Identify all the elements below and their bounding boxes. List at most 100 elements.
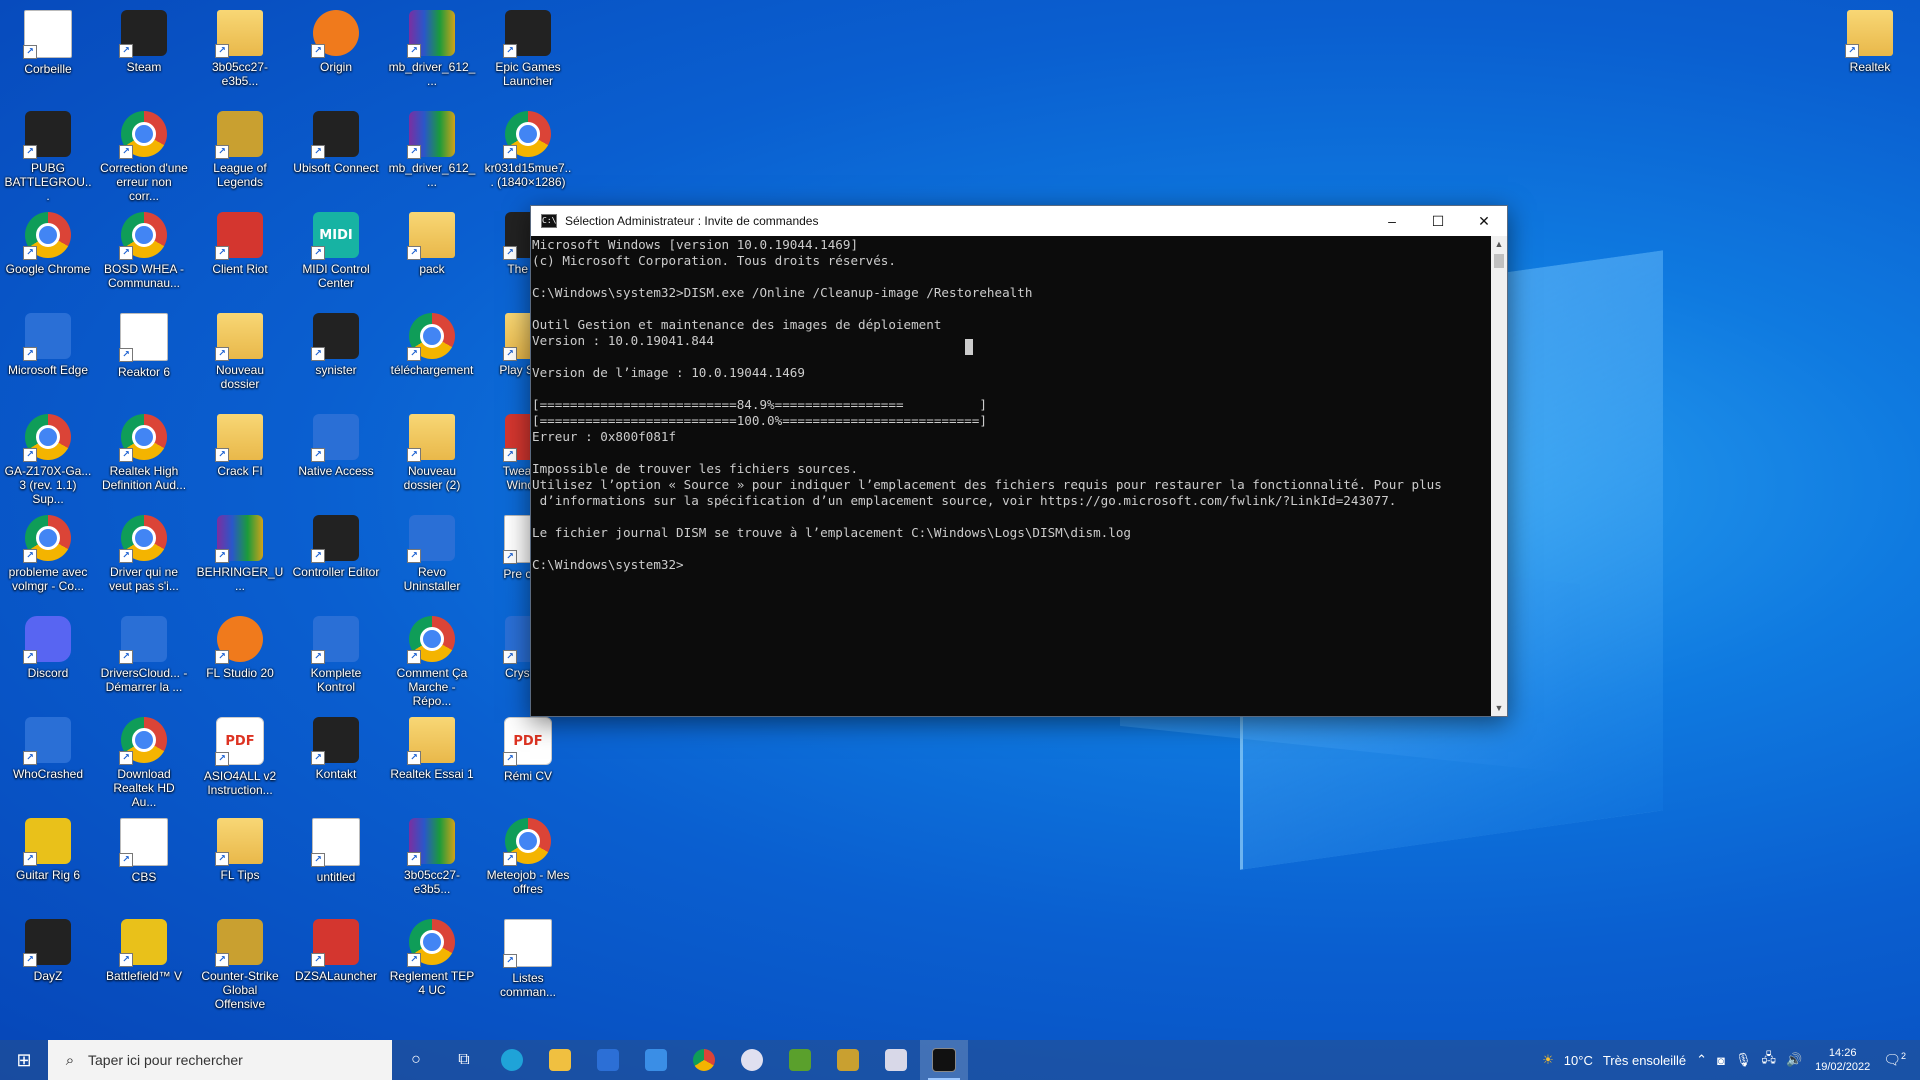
desktop-icon[interactable]: ↗ Counter-Strike Global Offensive: [194, 913, 286, 1011]
desktop-icon[interactable]: ↗ Google Chrome: [2, 206, 94, 302]
desktop-icon[interactable]: ↗ CBS: [98, 812, 190, 908]
desktop-icon[interactable]: ↗ Guitar Rig 6: [2, 812, 94, 908]
desktop-icon[interactable]: ↗ Origin: [290, 4, 382, 100]
desktop-icon[interactable]: ↗ Steam: [98, 4, 190, 100]
search-box[interactable]: ⌕ Taper ici pour rechercher: [48, 1040, 392, 1080]
window-title-bar[interactable]: C:\ Sélection Administrateur : Invite de…: [531, 206, 1507, 236]
console-output[interactable]: Microsoft Windows [version 10.0.19044.14…: [531, 236, 1491, 716]
desktop-icon[interactable]: ↗ téléchargement: [386, 307, 478, 403]
shortcut-arrow-icon: ↗: [215, 650, 229, 664]
desktop-icon[interactable]: ↗ Listes comman...: [482, 913, 574, 1009]
desktop-icon[interactable]: ↗ Controller Editor: [290, 509, 382, 605]
microphone-icon[interactable]: 🎙: [1735, 1052, 1752, 1068]
scrollbar-thumb[interactable]: [1494, 254, 1504, 268]
desktop-icon[interactable]: ↗ Nouveau dossier (2): [386, 408, 478, 504]
close-button[interactable]: ✕: [1461, 206, 1507, 236]
desktop-icon[interactable]: ↗ BOSD WHEA - Communau...: [98, 206, 190, 302]
scroll-up-arrow-icon[interactable]: ▲: [1491, 236, 1507, 252]
taskbar-realtek[interactable]: [872, 1040, 920, 1080]
desktop-icon[interactable]: ↗ Ubisoft Connect: [290, 105, 382, 201]
taskbar-league[interactable]: [824, 1040, 872, 1080]
shortcut-arrow-icon: ↗: [23, 145, 37, 159]
taskbar-app-green[interactable]: [776, 1040, 824, 1080]
clock[interactable]: 14:26 19/02/2022: [1815, 1046, 1870, 1074]
task-view-button[interactable]: ⧉: [440, 1040, 488, 1080]
desktop-icon-label: ASIO4ALL v2 Instruction...: [203, 769, 277, 797]
desktop-icon[interactable]: ↗ FL Studio 20: [194, 610, 286, 706]
taskbar-mail[interactable]: [632, 1040, 680, 1080]
desktop-icon[interactable]: ↗ Native Access: [290, 408, 382, 504]
desktop-icon[interactable]: ↗ mb_driver_612_...: [386, 105, 478, 201]
desktop-icon-label: Reaktor 6: [117, 365, 171, 379]
desktop-icon[interactable]: ↗ Komplete Kontrol: [290, 610, 382, 706]
weather-sun-icon[interactable]: ☀: [1542, 1052, 1554, 1068]
desktop-icon[interactable]: ↗ Realtek High Definition Aud...: [98, 408, 190, 504]
chevron-up-icon[interactable]: ⌃: [1696, 1052, 1707, 1068]
desktop-icon[interactable]: ↗ Meteojob - Mes offres: [482, 812, 574, 908]
taskbar-cmd[interactable]: [920, 1040, 968, 1080]
taskbar-file-explorer[interactable]: [536, 1040, 584, 1080]
desktop-icon[interactable]: ↗ BEHRINGER_U...: [194, 509, 286, 605]
cortana-button[interactable]: ○: [392, 1040, 440, 1080]
desktop-icon[interactable]: ↗ Revo Uninstaller: [386, 509, 478, 605]
desktop-icon[interactable]: ↗ Nouveau dossier: [194, 307, 286, 403]
desktop-icon[interactable]: ↗ Kontakt: [290, 711, 382, 807]
taskbar-store[interactable]: [584, 1040, 632, 1080]
desktop-icon[interactable]: ↗ pack: [386, 206, 478, 302]
desktop-icon[interactable]: ↗ Corbeille: [2, 4, 94, 100]
volume-icon[interactable]: 🔊: [1786, 1052, 1802, 1068]
desktop-icon[interactable]: ↗ kr031d15mue7... (1840×1286): [482, 105, 574, 201]
desktop-icon[interactable]: ↗ DriversCloud... - Démarrer la ...: [98, 610, 190, 706]
desktop-icon[interactable]: ↗ Realtek: [1824, 4, 1916, 100]
desktop-icon[interactable]: ↗ Battlefield™ V: [98, 913, 190, 1009]
desktop-icon[interactable]: ↗ WhoCrashed: [2, 711, 94, 807]
vertical-scrollbar[interactable]: ▲ ▼: [1491, 236, 1507, 716]
desktop-icon[interactable]: ↗ Crack FI: [194, 408, 286, 504]
desktop-icon[interactable]: ↗ synister: [290, 307, 382, 403]
desktop-icon[interactable]: PDF ↗ ASIO4ALL v2 Instruction...: [194, 711, 286, 807]
weather-temp[interactable]: 10°C: [1564, 1053, 1593, 1068]
desktop-icon[interactable]: ↗ 3b05cc27-e3b5...: [386, 812, 478, 908]
desktop-icon-label: Epic Games Launcher: [495, 60, 561, 88]
notification-icon[interactable]: 🗨2: [1883, 1051, 1906, 1069]
desktop-icon[interactable]: ↗ untitled: [290, 812, 382, 908]
desktop-icon[interactable]: ↗ mb_driver_612_...: [386, 4, 478, 100]
desktop-icon[interactable]: ↗ Discord: [2, 610, 94, 706]
taskbar-chrome[interactable]: [680, 1040, 728, 1080]
yellow-app-icon: ↗: [119, 919, 167, 967]
desktop-icon[interactable]: ↗ PUBG BATTLEGROU...: [2, 105, 94, 203]
maximize-button[interactable]: ☐: [1415, 206, 1461, 236]
shortcut-arrow-icon: ↗: [311, 246, 325, 260]
desktop-icon[interactable]: ↗ League of Legends: [194, 105, 286, 201]
desktop-icon[interactable]: ↗ Reaktor 6: [98, 307, 190, 403]
weather-text[interactable]: Très ensoleillé: [1603, 1053, 1686, 1068]
desktop-icon[interactable]: ↗ GA-Z170X-Ga... 3 (rev. 1.1) Sup...: [2, 408, 94, 506]
desktop-icon[interactable]: ↗ Client Riot: [194, 206, 286, 302]
taskbar-edge[interactable]: [488, 1040, 536, 1080]
taskbar-discord[interactable]: [728, 1040, 776, 1080]
camera-icon[interactable]: ◙: [1717, 1053, 1725, 1068]
desktop-icon[interactable]: ↗ 3b05cc27-e3b5...: [194, 4, 286, 100]
scroll-down-arrow-icon[interactable]: ▼: [1491, 700, 1507, 716]
desktop-icon[interactable]: ↗ probleme avec volmgr - Co...: [2, 509, 94, 605]
desktop-icon[interactable]: PDF ↗ Rémi CV: [482, 711, 574, 807]
console-line: Version : 10.0.19041.844: [532, 333, 714, 348]
desktop-icon[interactable]: ↗ Microsoft Edge: [2, 307, 94, 403]
desktop-icon[interactable]: ↗ Comment Ça Marche - Répo...: [386, 610, 478, 708]
command-prompt-window[interactable]: C:\ Sélection Administrateur : Invite de…: [530, 205, 1508, 717]
desktop-icon[interactable]: ↗ FL Tips: [194, 812, 286, 908]
network-icon[interactable]: 🖧: [1761, 1049, 1776, 1071]
desktop-icon[interactable]: ↗ Reglement TEP 4 UC: [386, 913, 478, 1009]
desktop-icon[interactable]: ↗ DayZ: [2, 913, 94, 1009]
desktop-icon[interactable]: ↗ Realtek Essai 1: [386, 711, 478, 807]
desktop-icon[interactable]: ↗ Epic Games Launcher: [482, 4, 574, 100]
start-button[interactable]: ⊞: [0, 1040, 48, 1080]
desktop-icon[interactable]: ↗ Driver qui ne veut pas s'i...: [98, 509, 190, 605]
desktop-icon[interactable]: ↗ DZSALauncher: [290, 913, 382, 1009]
desktop-icon[interactable]: ↗ Correction d'une erreur non corr...: [98, 105, 190, 203]
desktop-icon[interactable]: MIDI ↗ MIDI Control Center: [290, 206, 382, 302]
minimize-button[interactable]: –: [1369, 206, 1415, 236]
desktop-icon-label: untitled: [316, 870, 356, 884]
desktop-icon[interactable]: ↗ Download Realtek HD Au...: [98, 711, 190, 809]
